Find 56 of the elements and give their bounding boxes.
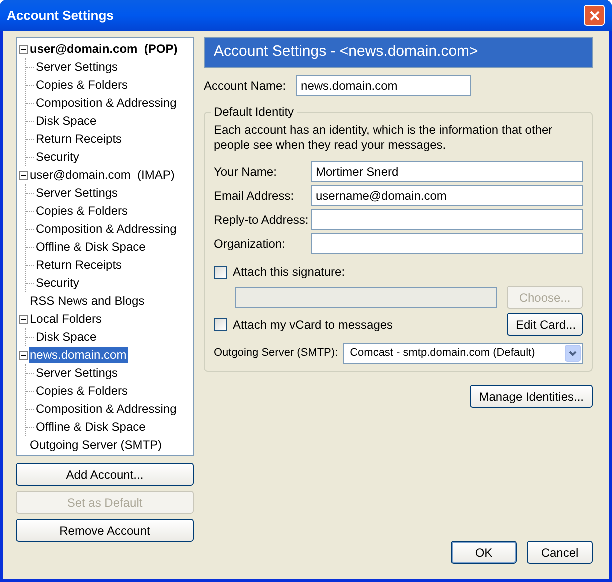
button[interactable]: OK [451, 541, 517, 564]
tree-item[interactable]: Copies & Folders [35, 77, 130, 93]
close-button[interactable] [584, 5, 605, 26]
button[interactable]: Edit Card... [507, 313, 583, 336]
tree-item[interactable]: Copies & Folders [35, 383, 130, 399]
tree-item[interactable]: Offline & Disk Space [35, 239, 147, 255]
tree-item[interactable]: Outgoing Server (SMTP) [29, 437, 164, 453]
button[interactable]: Add Account... [16, 463, 194, 486]
collapse-icon[interactable] [19, 350, 28, 360]
page-header: Account Settings - <news.domain.com> [204, 37, 593, 68]
field-label: Reply-to Address: [214, 212, 310, 228]
tree-item[interactable]: Disk Space [35, 113, 98, 129]
tree-item[interactable]: Server Settings [35, 185, 120, 201]
field-label: Organization: [214, 236, 286, 252]
group-legend: Default Identity [211, 105, 298, 120]
tree-item[interactable]: Offline & Disk Space [35, 419, 147, 435]
input-field[interactable] [311, 209, 583, 230]
input-field[interactable]: Mortimer Snerd [311, 161, 583, 182]
tree-item[interactable]: Local Folders [29, 311, 104, 327]
input-field[interactable] [311, 233, 583, 254]
tree-item[interactable]: Composition & Addressing [35, 401, 178, 417]
tree-item[interactable]: Server Settings [35, 59, 120, 75]
button[interactable]: Manage Identities... [470, 385, 593, 408]
field-label: Outgoing Server (SMTP): [214, 346, 338, 362]
tree-item[interactable]: Server Settings [35, 365, 120, 381]
tree-item[interactable]: Composition & Addressing [35, 221, 178, 237]
field-label: Account Name: [204, 78, 286, 94]
field-label: Email Address: [214, 188, 296, 204]
tree-item[interactable]: Disk Space [35, 329, 98, 345]
tree-item[interactable]: Security [35, 275, 80, 291]
tree-item[interactable]: Copies & Folders [35, 203, 130, 219]
tree-item[interactable]: Return Receipts [35, 131, 124, 147]
checkbox[interactable] [214, 318, 227, 331]
identity-description: Each account has an identity, which is the information that other people see when they read your messages. [214, 123, 554, 153]
collapse-icon[interactable] [19, 170, 28, 180]
input-field[interactable]: username@domain.com [311, 185, 583, 206]
checkbox-label: Attach this signature: [233, 264, 346, 281]
tree-item[interactable]: Security [35, 149, 80, 165]
tree-item[interactable]: user@domain.com (POP) [29, 41, 179, 57]
button[interactable]: Remove Account [16, 519, 194, 542]
checkbox[interactable] [214, 266, 227, 278]
server-dropdown[interactable]: Comcast - smtp.domain.com (Default) [343, 343, 583, 364]
tree-item[interactable]: Return Receipts [35, 257, 124, 273]
close-icon [590, 10, 600, 20]
tree-item[interactable]: news.domain.com [29, 347, 128, 363]
chevron-down-icon [565, 345, 581, 362]
tree-item[interactable]: user@domain.com (IMAP) [29, 167, 176, 183]
checkbox-label: Attach my vCard to messages [233, 316, 394, 334]
tree-item[interactable]: Composition & Addressing [35, 95, 178, 111]
tree-item[interactable]: RSS News and Blogs [29, 293, 146, 309]
button[interactable]: Cancel [527, 541, 593, 564]
collapse-icon[interactable] [19, 314, 28, 324]
field-label: Your Name: [214, 164, 278, 180]
window-title: Account Settings [7, 6, 114, 25]
input-field[interactable]: news.domain.com [296, 75, 472, 96]
collapse-icon[interactable] [19, 44, 28, 54]
